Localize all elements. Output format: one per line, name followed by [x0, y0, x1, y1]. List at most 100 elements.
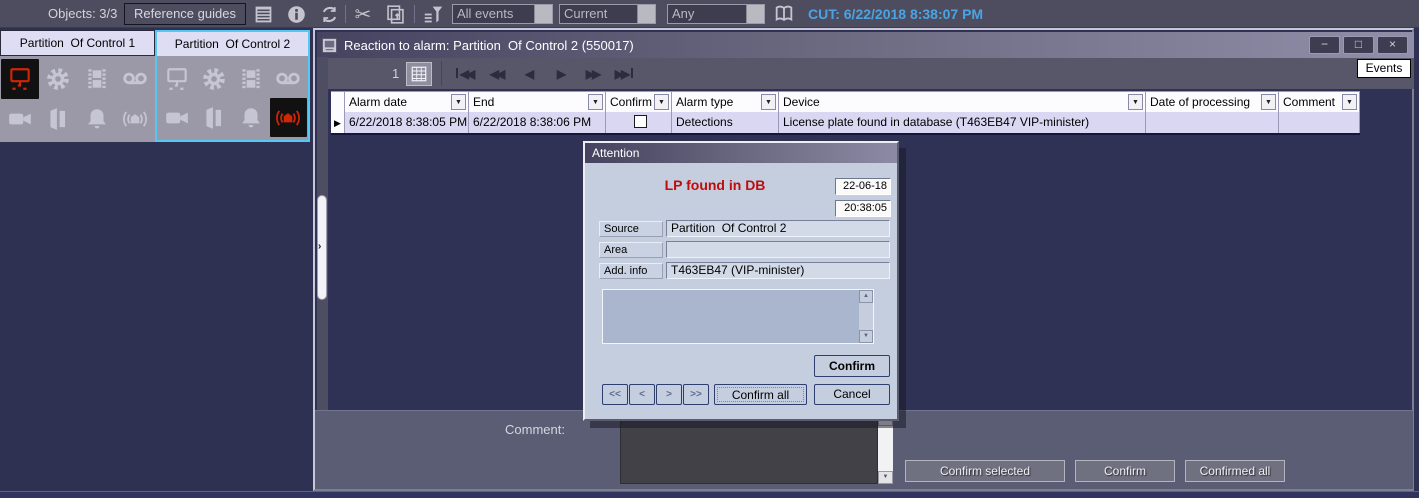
confirm-selected-button[interactable]: Confirm selected: [905, 460, 1065, 482]
siren-icon[interactable]: [269, 98, 307, 137]
cell-alarm-type: Detections: [672, 112, 779, 133]
dialog-headline: LP found in DB: [664, 177, 766, 193]
close-button[interactable]: ×: [1377, 36, 1408, 54]
film-strip-icon[interactable]: [233, 59, 270, 98]
voicemail-icon[interactable]: [270, 59, 307, 98]
column-header-comment[interactable]: Comment ▼: [1279, 91, 1360, 112]
cell-comment: [1279, 112, 1360, 133]
addinfo-label: Add. info: [599, 263, 663, 279]
dialog-scrollbar[interactable]: [859, 290, 873, 343]
area-label: Area: [599, 242, 663, 258]
toolbar-separator: [414, 5, 415, 23]
chevron-down-icon[interactable]: ▼: [451, 94, 466, 110]
column-header-confirm[interactable]: Confirm ▼: [606, 91, 672, 112]
film-strip-icon[interactable]: [78, 59, 116, 99]
row-selector-header: [331, 91, 345, 112]
filter-funnel-icon[interactable]: [421, 3, 445, 25]
any-filter-dropdown[interactable]: Any: [667, 4, 765, 24]
chevron-down-icon[interactable]: ▼: [588, 94, 603, 110]
first-record-icon[interactable]: ◀◀: [450, 62, 478, 86]
events-button[interactable]: Events: [1357, 59, 1411, 78]
dialog-titlebar[interactable]: Attention: [585, 143, 897, 163]
fast-forward-icon[interactable]: ▶▶: [578, 62, 606, 86]
confirmed-all-button[interactable]: Confirmed all: [1185, 460, 1285, 482]
addinfo-field[interactable]: T463EB47 (VIP-minister): [666, 262, 890, 279]
confirm-checkbox[interactable]: [634, 115, 647, 128]
chevron-down-icon[interactable]: ▼: [1128, 94, 1143, 110]
confirm-button[interactable]: Confirm: [1075, 460, 1175, 482]
comment-textarea[interactable]: [620, 413, 878, 484]
current-filter-dropdown[interactable]: Current: [559, 4, 656, 24]
bell-icon[interactable]: [78, 99, 116, 139]
chevron-down-icon[interactable]: ▼: [1261, 94, 1276, 110]
last-alarm-button[interactable]: >>: [683, 384, 709, 405]
toolbar-separator: [345, 5, 346, 23]
gear-icon[interactable]: [39, 59, 77, 99]
refresh-icon[interactable]: [317, 3, 341, 25]
last-record-icon[interactable]: ▶▶: [610, 62, 638, 86]
cut-timestamp: CUT: 6/22/2018 8:38:07 PM: [808, 6, 984, 22]
cell-alarm-date: 6/22/2018 8:38:05 PM: [345, 112, 469, 133]
comment-footer-area: Comment: Confirm selected Confirm Confir…: [315, 410, 1413, 489]
dialog-confirm-all-button[interactable]: Confirm all: [714, 384, 807, 405]
partition-panel-1: Partition Of Control 1: [0, 30, 155, 142]
paste-copy-icon[interactable]: [383, 3, 407, 25]
chevron-down-icon[interactable]: ▼: [654, 94, 669, 110]
comment-scrollbar[interactable]: [878, 413, 893, 484]
door-icon[interactable]: [195, 98, 232, 137]
event-filter-value: All events: [457, 6, 514, 21]
monitor-network-icon[interactable]: [1, 59, 40, 99]
source-field[interactable]: Partition Of Control 2: [666, 220, 890, 237]
table-row[interactable]: 6/22/2018 8:38:05 PM 6/22/2018 8:38:06 P…: [331, 112, 1360, 133]
dialog-title: Attention: [592, 146, 640, 160]
camera-icon[interactable]: [1, 99, 39, 139]
cell-confirm: [606, 112, 672, 133]
book-icon[interactable]: [772, 3, 796, 25]
page-number: 1: [392, 66, 400, 81]
log-list-icon[interactable]: [251, 3, 275, 25]
monitor-network-icon[interactable]: [158, 59, 195, 98]
scroll-down-icon[interactable]: [859, 330, 873, 343]
previous-record-icon[interactable]: ◀: [514, 62, 542, 86]
camera-icon[interactable]: [158, 98, 195, 137]
next-alarm-button[interactable]: >: [656, 384, 682, 405]
event-filter-dropdown[interactable]: All events: [452, 4, 553, 24]
column-header-end[interactable]: End ▼: [469, 91, 606, 112]
chevron-down-icon[interactable]: ▼: [761, 94, 776, 110]
cut-scissors-icon[interactable]: ✂: [351, 3, 375, 26]
cell-device: License plate found in database (T463EB4…: [779, 112, 1146, 133]
scroll-down-icon[interactable]: [878, 471, 893, 484]
column-header-alarm-date[interactable]: Alarm date ▼: [345, 91, 469, 112]
door-icon[interactable]: [39, 99, 77, 139]
info-icon[interactable]: [284, 3, 308, 25]
dropdown-button[interactable]: [534, 5, 552, 23]
maximize-button[interactable]: □: [1343, 36, 1374, 54]
dialog-cancel-button[interactable]: Cancel: [814, 384, 890, 405]
column-header-device[interactable]: Device ▼: [779, 91, 1146, 112]
objects-count: Objects: 3/3: [48, 6, 118, 21]
area-field[interactable]: [666, 241, 890, 258]
column-header-alarm-type[interactable]: Alarm type ▼: [672, 91, 779, 112]
dialog-textarea[interactable]: [602, 289, 874, 344]
table-header-row: Alarm date ▼ End ▼ Confirm ▼ Alarm type ▼ De…: [331, 91, 1360, 112]
reference-guides-button[interactable]: Reference guides: [124, 3, 246, 25]
table-view-icon[interactable]: [406, 62, 432, 86]
bell-icon[interactable]: [233, 98, 270, 137]
chevron-down-icon[interactable]: ▼: [1342, 94, 1357, 110]
siren-icon[interactable]: [116, 99, 154, 139]
dropdown-button[interactable]: [746, 5, 764, 23]
fast-back-icon[interactable]: ◀◀: [482, 62, 510, 86]
previous-alarm-button[interactable]: <: [629, 384, 655, 405]
column-header-date-of-processing[interactable]: Date of processing ▼: [1146, 91, 1279, 112]
gear-icon[interactable]: [195, 59, 232, 98]
scroll-up-icon[interactable]: [859, 290, 873, 303]
window-titlebar[interactable]: Reaction to alarm: Partition Of Control …: [317, 32, 1414, 58]
dropdown-button[interactable]: [637, 5, 655, 23]
voicemail-icon[interactable]: [116, 59, 154, 99]
current-filter-value: Current: [564, 6, 608, 21]
next-record-icon[interactable]: ▶: [546, 62, 574, 86]
first-alarm-button[interactable]: <<: [602, 384, 628, 405]
window-title: Reaction to alarm: Partition Of Control …: [344, 37, 634, 53]
dialog-confirm-button[interactable]: Confirm: [814, 355, 890, 377]
minimize-button[interactable]: −: [1309, 36, 1340, 54]
